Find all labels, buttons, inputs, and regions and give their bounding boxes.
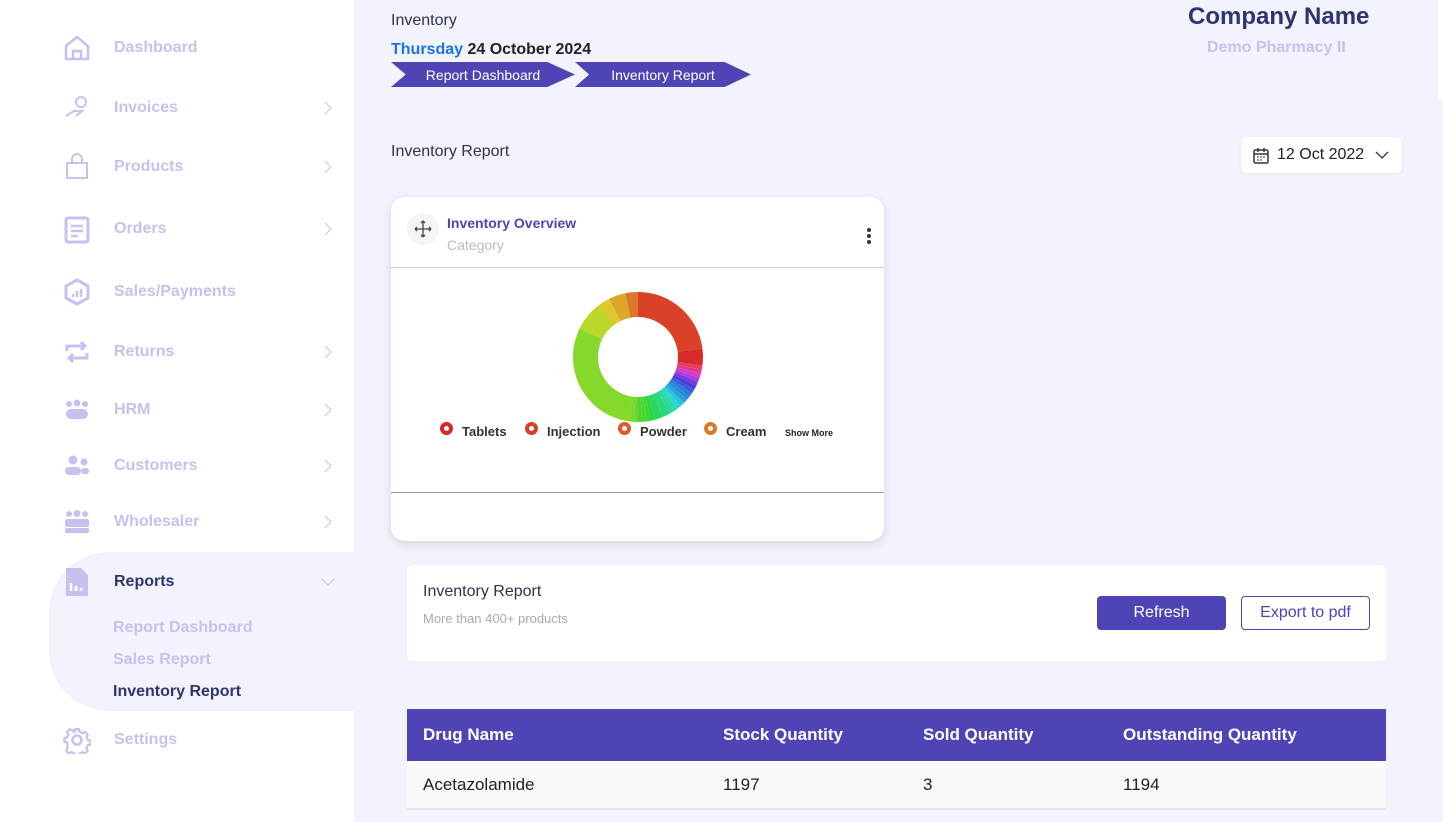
chevron-right-icon <box>324 345 332 359</box>
sidebar-item-dashboard[interactable]: Dashboard <box>62 28 354 68</box>
outstanding-quantity-cell: 1194 <box>1107 761 1386 810</box>
drug-name-cell: Acetazolamide <box>407 761 707 810</box>
page-title: Inventory Report <box>391 143 510 160</box>
column-header[interactable]: Sold Quantity <box>907 709 1107 761</box>
report-panel: Inventory Report More than 400+ products… <box>407 565 1386 661</box>
sidebar-item-invoices[interactable]: Invoices <box>62 88 354 128</box>
sidebar: Dashboard Invoices Products Orders Sales… <box>0 0 354 822</box>
clipboard-icon <box>62 214 92 244</box>
sidebar-item-label: Customers <box>114 457 198 474</box>
breadcrumb-inventory-report[interactable]: Inventory Report <box>575 62 751 87</box>
legend-label: Powder <box>640 424 687 439</box>
current-date: Thursday 24 October 2024 <box>391 41 591 59</box>
divider <box>391 492 884 493</box>
chart-hexagon-icon <box>62 277 92 307</box>
sidebar-item-label: HRM <box>114 401 151 418</box>
refresh-button[interactable]: Refresh <box>1097 596 1226 630</box>
legend-item-powder[interactable]: Powder <box>618 422 687 439</box>
sidebar-item-label: Wholesaler <box>114 513 200 530</box>
main-content: Inventory Thursday 24 October 2024 Repor… <box>354 0 1443 822</box>
chevron-right-icon <box>324 403 332 417</box>
team-icon <box>62 395 92 425</box>
sidebar-item-hrm[interactable]: HRM <box>62 390 354 430</box>
divider <box>391 267 884 268</box>
users-icon <box>62 451 92 481</box>
sidebar-item-label: Invoices <box>114 99 179 116</box>
sold-quantity-cell: 3 <box>907 761 1107 810</box>
legend-item-tablets[interactable]: Tablets <box>440 422 507 439</box>
report-icon <box>62 567 92 597</box>
sidebar-item-customers[interactable]: Customers <box>62 446 354 486</box>
table-header-row: Drug Name Stock Quantity Sold Quantity O… <box>407 709 1386 761</box>
sidebar-item-label: Reports <box>114 573 175 590</box>
company-name: Company Name <box>1188 3 1370 30</box>
card-title: Inventory Overview <box>447 215 577 231</box>
sidebar-item-label: Sales/Payments <box>114 283 236 300</box>
sidebar-item-orders[interactable]: Orders <box>62 209 354 249</box>
sidebar-sub-sales-report[interactable]: Sales Report <box>113 651 211 669</box>
repeat-icon <box>62 337 92 367</box>
sidebar-item-label: Orders <box>114 220 167 237</box>
sidebar-item-label: Returns <box>114 343 175 360</box>
chevron-right-icon <box>324 101 332 115</box>
chevron-right-icon <box>324 459 332 473</box>
column-header[interactable]: Drug Name <box>407 709 707 761</box>
export-pdf-button[interactable]: Export to pdf <box>1241 596 1370 630</box>
scrollbar[interactable] <box>1438 0 1443 100</box>
sidebar-item-products[interactable]: Products <box>62 147 354 187</box>
legend-label: Injection <box>547 424 601 439</box>
legend-marker <box>618 422 631 435</box>
home-icon <box>62 33 92 63</box>
pharmacy-name: Demo Pharmacy II <box>1207 39 1346 56</box>
card-subtitle: Category <box>447 237 504 253</box>
legend-label: Cream <box>726 424 767 439</box>
legend-marker <box>525 422 538 435</box>
hand-coin-icon <box>62 93 92 123</box>
sidebar-item-label: Products <box>114 158 184 175</box>
legend-label: Tablets <box>462 424 507 439</box>
legend-marker <box>440 422 453 435</box>
column-header[interactable]: Outstanding Quantity <box>1107 709 1386 761</box>
category-donut-chart <box>573 292 703 422</box>
date-filter-dropdown[interactable]: 12 Oct 2022 <box>1241 137 1402 173</box>
sidebar-item-wholesaler[interactable]: Wholesaler <box>62 502 354 542</box>
chevron-right-icon <box>324 160 332 174</box>
inventory-overview-card: Inventory Overview Category Tablets Inje… <box>391 197 884 541</box>
sidebar-item-reports[interactable]: Reports <box>62 562 354 602</box>
stock-quantity-cell: 1197 <box>707 761 907 810</box>
legend-item-cream[interactable]: Cream <box>704 422 767 439</box>
sidebar-sub-report-dashboard[interactable]: Report Dashboard <box>113 619 253 637</box>
sidebar-item-label: Settings <box>114 731 178 748</box>
gear-icon <box>62 725 92 755</box>
sidebar-sub-inventory-report[interactable]: Inventory Report <box>113 683 241 701</box>
date: 24 October 2024 <box>467 41 592 58</box>
sidebar-item-returns[interactable]: Returns <box>62 332 354 372</box>
calendar-icon <box>1253 147 1269 164</box>
inventory-table: Drug Name Stock Quantity Sold Quantity O… <box>407 709 1386 810</box>
chevron-right-icon <box>324 515 332 529</box>
show-more-link[interactable]: Show More <box>785 428 833 438</box>
report-subtitle: More than 400+ products <box>423 611 568 626</box>
group-icon <box>62 507 92 537</box>
donut-slice[interactable] <box>573 328 633 422</box>
table-row[interactable]: Acetazolamide 1197 3 1194 <box>407 761 1386 810</box>
donut-slice[interactable] <box>638 292 703 352</box>
legend-marker <box>704 422 717 435</box>
breadcrumb-report-dashboard[interactable]: Report Dashboard <box>391 62 575 87</box>
date-filter-value: 12 Oct 2022 <box>1277 146 1365 163</box>
chevron-down-icon <box>1375 151 1389 159</box>
chevron-down-icon <box>321 578 335 586</box>
sidebar-item-label: Dashboard <box>114 39 198 56</box>
sidebar-item-sales-payments[interactable]: Sales/Payments <box>62 272 354 312</box>
weekday: Thursday <box>391 41 464 58</box>
sidebar-item-settings[interactable]: Settings <box>62 720 354 760</box>
section-title: Inventory <box>391 12 457 29</box>
chevron-right-icon <box>324 222 332 236</box>
bag-icon <box>62 152 92 182</box>
report-title: Inventory Report <box>423 583 542 600</box>
move-icon[interactable] <box>407 213 439 245</box>
column-header[interactable]: Stock Quantity <box>707 709 907 761</box>
more-options-icon[interactable] <box>867 228 871 244</box>
legend-item-injection[interactable]: Injection <box>525 422 601 439</box>
